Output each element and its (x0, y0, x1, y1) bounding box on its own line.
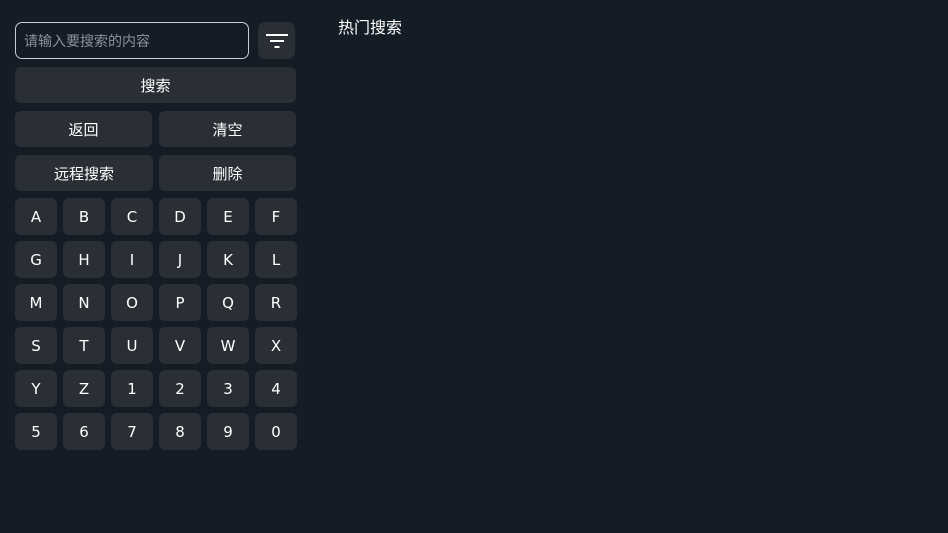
key-v[interactable]: V (159, 327, 201, 364)
key-5[interactable]: 5 (15, 413, 57, 450)
clear-button[interactable]: 清空 (159, 111, 296, 147)
key-d[interactable]: D (159, 198, 201, 235)
key-q[interactable]: Q (207, 284, 249, 321)
key-a[interactable]: A (15, 198, 57, 235)
key-9[interactable]: 9 (207, 413, 249, 450)
key-n[interactable]: N (63, 284, 105, 321)
filter-icon (265, 33, 288, 48)
key-t[interactable]: T (63, 327, 105, 364)
key-l[interactable]: L (255, 241, 297, 278)
key-h[interactable]: H (63, 241, 105, 278)
key-7[interactable]: 7 (111, 413, 153, 450)
key-e[interactable]: E (207, 198, 249, 235)
remote-search-button[interactable]: 远程搜索 (15, 155, 153, 191)
key-f[interactable]: F (255, 198, 297, 235)
key-0[interactable]: 0 (255, 413, 297, 450)
key-1[interactable]: 1 (111, 370, 153, 407)
key-s[interactable]: S (15, 327, 57, 364)
key-m[interactable]: M (15, 284, 57, 321)
delete-button[interactable]: 删除 (159, 155, 296, 191)
hot-search-title: 热门搜索 (338, 18, 403, 37)
key-2[interactable]: 2 (159, 370, 201, 407)
key-o[interactable]: O (111, 284, 153, 321)
key-6[interactable]: 6 (63, 413, 105, 450)
key-b[interactable]: B (63, 198, 105, 235)
key-r[interactable]: R (255, 284, 297, 321)
key-g[interactable]: G (15, 241, 57, 278)
search-input[interactable] (15, 22, 249, 59)
key-y[interactable]: Y (15, 370, 57, 407)
search-button[interactable]: 搜索 (15, 67, 296, 103)
key-w[interactable]: W (207, 327, 249, 364)
key-x[interactable]: X (255, 327, 297, 364)
key-k[interactable]: K (207, 241, 249, 278)
key-c[interactable]: C (111, 198, 153, 235)
key-i[interactable]: I (111, 241, 153, 278)
key-3[interactable]: 3 (207, 370, 249, 407)
filter-button[interactable] (258, 22, 295, 59)
key-8[interactable]: 8 (159, 413, 201, 450)
search-screen: 搜索 返回 清空 远程搜索 删除 ABCDEF GHIJKL MNOPQR STUVW… (0, 0, 948, 533)
key-p[interactable]: P (159, 284, 201, 321)
back-button[interactable]: 返回 (15, 111, 152, 147)
key-4[interactable]: 4 (255, 370, 297, 407)
key-u[interactable]: U (111, 327, 153, 364)
key-j[interactable]: J (159, 241, 201, 278)
key-z[interactable]: Z (63, 370, 105, 407)
